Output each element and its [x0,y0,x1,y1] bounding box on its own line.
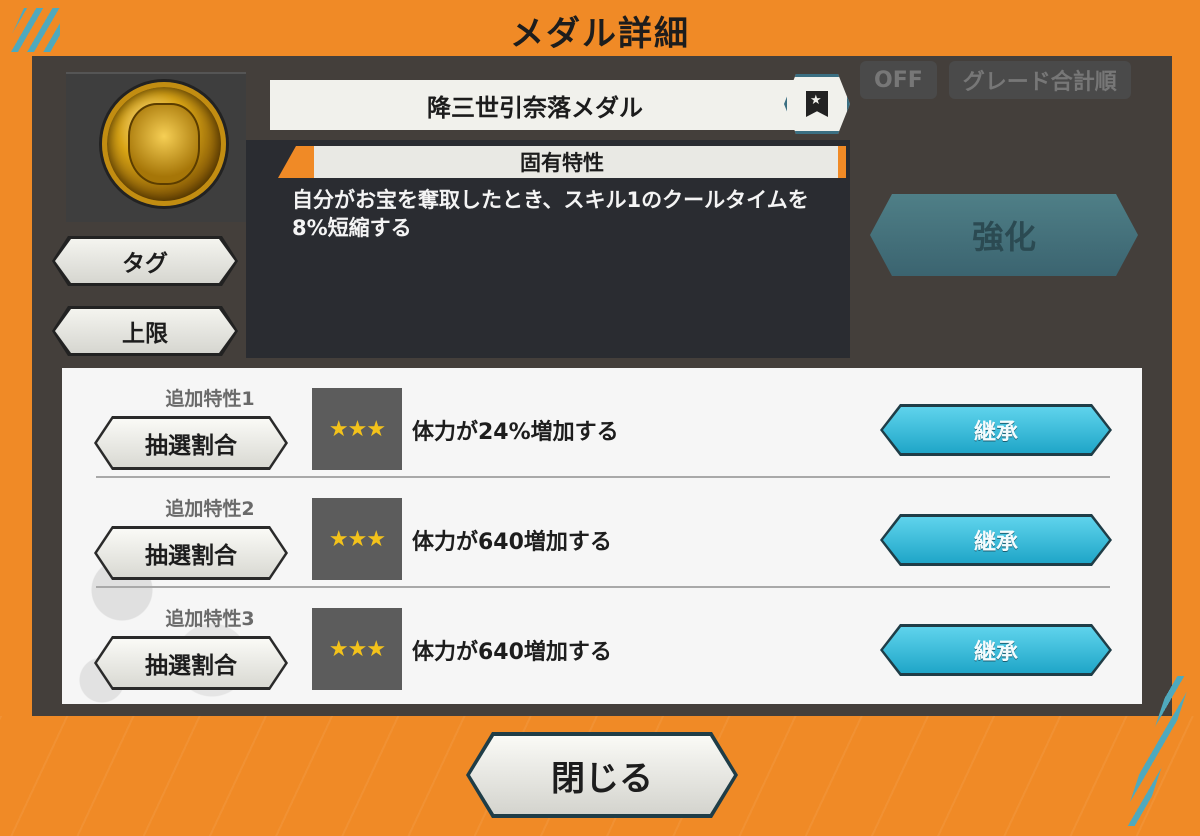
modal-title: メダル詳細 [510,13,690,54]
trait-label: 追加特性1 [165,388,255,410]
medal-face [128,103,200,185]
trait-effect: 体力が640増加する [412,640,612,665]
lottery-rate-button[interactable]: 抽選割合 [97,639,285,687]
enhance-button[interactable]: 強化 [870,194,1138,276]
close-button-frame: 閉じる [466,732,738,818]
unique-trait-header: 固有特性 [278,146,846,178]
trait-effect: 体力が24%増加する [412,420,619,445]
limit-button[interactable]: 上限 [55,309,235,353]
inherit-button[interactable]: 継承 [883,517,1109,563]
inherit-button-frame: 継承 [880,404,1112,456]
lottery-rate-button[interactable]: 抽選割合 [97,529,285,577]
unique-trait-title: 固有特性 [520,151,604,175]
background-off-toggle: OFF [860,61,937,99]
star-rating: ★★★ [312,498,402,580]
gold-medal-icon [102,82,226,206]
tag-button[interactable]: タグ [55,239,235,283]
lottery-button-frame: 抽選割合 [94,416,288,470]
inherit-button-frame: 継承 [880,514,1112,566]
close-button[interactable]: 閉じる [470,736,734,814]
unique-trait-description: 自分がお宝を奪取したとき、スキル1のクールタイムを8%短縮する [292,188,809,240]
background-toolbar: OFF グレード合計順 [840,56,1200,104]
star-rating: ★★★ [312,608,402,690]
inherit-button-frame: 継承 [880,624,1112,676]
lottery-button-frame: 抽選割合 [94,526,288,580]
row-divider [96,476,1110,478]
lottery-rate-button[interactable]: 抽選割合 [97,419,285,467]
row-divider [96,586,1110,588]
trait-label: 追加特性3 [165,608,255,630]
medal-name: 降三世引奈落メダル [427,93,643,122]
title-bar: メダル詳細 [60,6,1140,54]
lottery-button-frame: 抽選割合 [94,636,288,690]
additional-trait-row: 追加特性2 抽選割合 ★★★ 体力が640増加する 継承 [62,482,1142,592]
additional-trait-row: 追加特性1 抽選割合 ★★★ 体力が24%増加する 継承 [62,372,1142,482]
bookmark-star-icon [806,91,828,117]
additional-trait-row: 追加特性3 抽選割合 ★★★ 体力が640増加する 継承 [62,592,1142,702]
trait-label: 追加特性2 [165,498,255,520]
inherit-button[interactable]: 継承 [883,407,1109,453]
inherit-button[interactable]: 継承 [883,627,1109,673]
medal-name-bar: 降三世引奈落メダル [270,80,840,130]
star-rating: ★★★ [312,388,402,470]
background-sort-button: グレード合計順 [948,61,1131,99]
bookmark-button[interactable] [784,74,850,134]
trait-effect: 体力が640増加する [412,530,612,555]
